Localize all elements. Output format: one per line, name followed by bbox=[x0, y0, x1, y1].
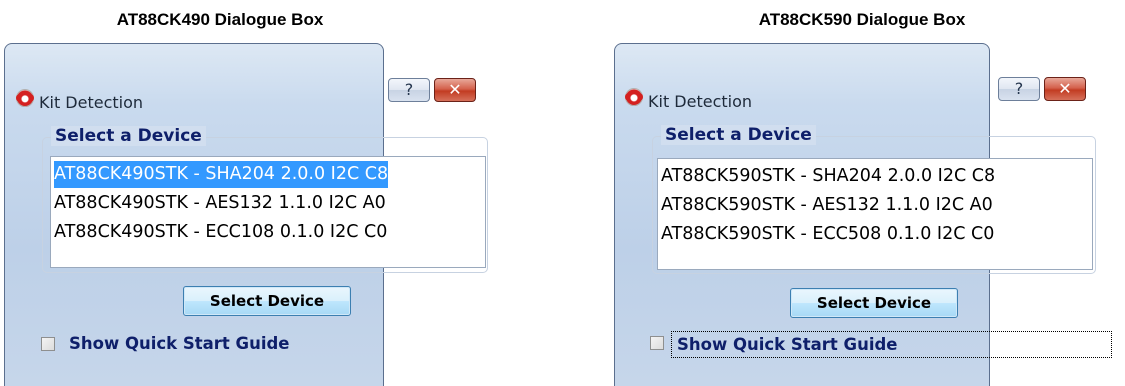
select-device-button[interactable]: Select Device bbox=[790, 288, 958, 318]
left-dialog-caption: AT88CK490 Dialogue Box bbox=[116, 10, 324, 29]
device-list-item[interactable]: AT88CK590STK - ECC508 0.1.0 I2C C0 bbox=[661, 221, 994, 248]
show-quick-start-guide-checkbox[interactable] bbox=[41, 337, 55, 351]
device-listbox[interactable]: AT88CK590STK - SHA204 2.0.0 I2C C8 AT88C… bbox=[657, 158, 1093, 270]
help-icon: ? bbox=[1014, 79, 1024, 98]
device-listbox[interactable]: AT88CK490STK - SHA204 2.0.0 I2C C8 AT88C… bbox=[50, 156, 486, 268]
show-quick-start-guide-checkbox[interactable] bbox=[650, 336, 664, 350]
close-icon: ✕ bbox=[1058, 79, 1072, 98]
close-icon: ✕ bbox=[448, 80, 462, 99]
right-dialog-caption: AT88CK590 Dialogue Box bbox=[758, 10, 966, 29]
dialog-title: Kit Detection bbox=[39, 93, 144, 112]
help-button[interactable]: ? bbox=[388, 78, 430, 102]
help-button[interactable]: ? bbox=[998, 77, 1040, 101]
kit-detection-app-icon bbox=[625, 88, 643, 106]
show-quick-start-guide-label[interactable]: Show Quick Start Guide bbox=[69, 334, 290, 353]
device-list-item[interactable]: AT88CK490STK - ECC108 0.1.0 I2C C0 bbox=[54, 219, 387, 246]
device-list-item[interactable]: AT88CK490STK - SHA204 2.0.0 I2C C8 bbox=[54, 161, 389, 188]
device-list-item[interactable]: AT88CK490STK - AES132 1.1.0 I2C A0 bbox=[54, 190, 386, 217]
close-button[interactable]: ✕ bbox=[434, 78, 476, 102]
device-list-item[interactable]: AT88CK590STK - AES132 1.1.0 I2C A0 bbox=[661, 192, 993, 219]
select-device-group-title: Select a Device bbox=[661, 125, 816, 145]
kit-detection-app-icon bbox=[16, 89, 34, 107]
select-device-group-title: Select a Device bbox=[51, 126, 206, 146]
select-device-button[interactable]: Select Device bbox=[183, 286, 351, 316]
device-list-item[interactable]: AT88CK590STK - SHA204 2.0.0 I2C C8 bbox=[661, 163, 995, 190]
help-icon: ? bbox=[404, 80, 414, 99]
dialog-title: Kit Detection bbox=[648, 92, 753, 111]
show-quick-start-guide-label[interactable]: Show Quick Start Guide bbox=[677, 335, 898, 354]
close-button[interactable]: ✕ bbox=[1044, 77, 1086, 101]
